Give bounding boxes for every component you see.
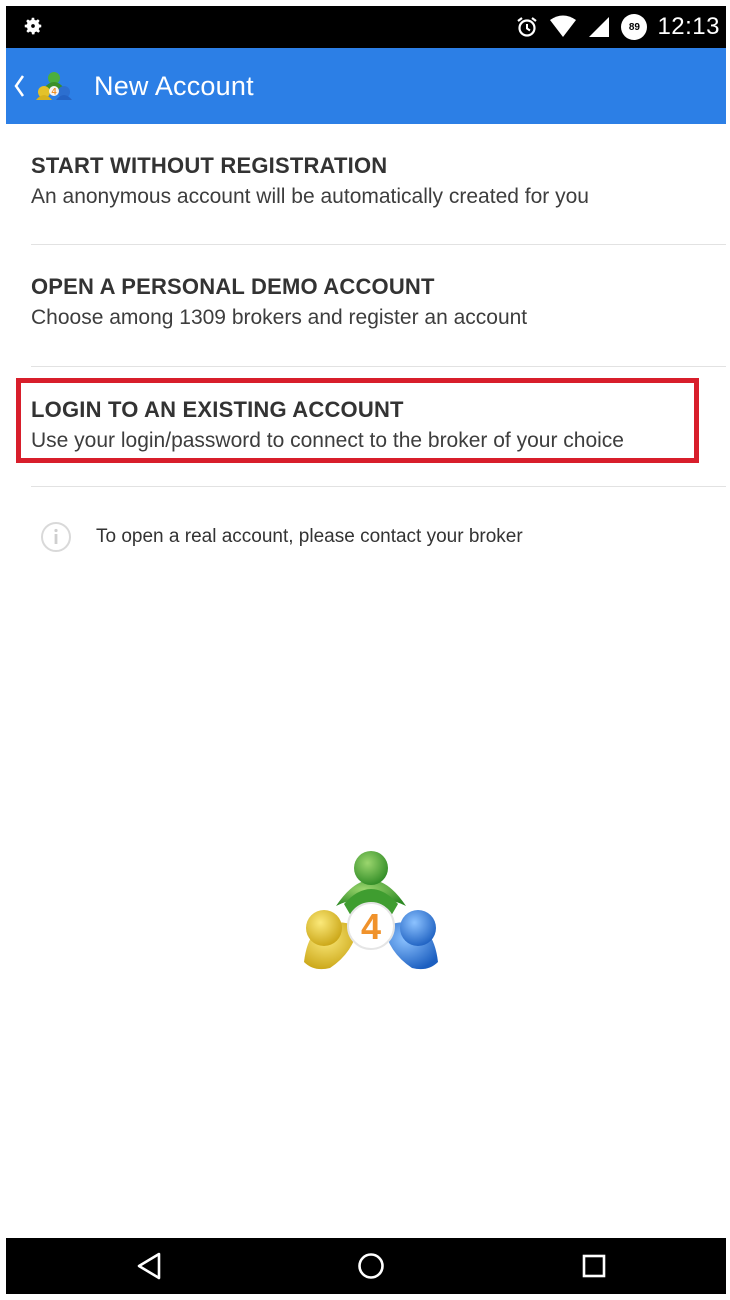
info-note: To open a real account, please contact y… — [40, 521, 523, 553]
settings-gear-icon — [24, 17, 42, 35]
recents-square-icon — [582, 1254, 606, 1278]
app-bar: 4 New Account — [6, 48, 726, 124]
divider — [31, 366, 726, 367]
battery-level: 89 — [628, 21, 640, 33]
option-open-demo-account[interactable]: OPEN A PERSONAL DEMO ACCOUNT Choose amon… — [6, 246, 726, 368]
option-description: Choose among 1309 brokers and register a… — [31, 306, 528, 329]
option-start-without-registration[interactable]: START WITHOUT REGISTRATION An anonymous … — [6, 124, 726, 246]
metatrader-logo: 4 — [36, 72, 72, 100]
option-description: An anonymous account will be automatical… — [31, 185, 589, 208]
home-circle-icon — [358, 1253, 384, 1279]
status-time: 12:13 — [657, 13, 720, 40]
info-icon — [41, 522, 71, 552]
option-title: OPEN A PERSONAL DEMO ACCOUNT — [31, 274, 435, 299]
info-text: To open a real account, please contact y… — [96, 526, 523, 547]
divider — [31, 244, 726, 245]
logo-number: 4 — [361, 906, 381, 947]
nav-home-button[interactable] — [331, 1238, 411, 1294]
cell-signal-icon — [589, 17, 610, 37]
metatrader-4-logo: 4 — [304, 851, 438, 970]
alarm-clock-icon — [517, 17, 538, 37]
battery-icon: 89 — [621, 14, 648, 40]
status-icons: 89 12:13 — [515, 6, 720, 48]
back-triangle-icon — [137, 1252, 161, 1280]
screenshot-frame: 89 12:13 4 New Account START WITHOUT REG… — [0, 0, 730, 1300]
chevron-left-icon — [14, 75, 25, 97]
divider — [31, 486, 726, 487]
phone-screen: 89 12:13 4 New Account START WITHOUT REG… — [6, 6, 726, 1294]
option-title: START WITHOUT REGISTRATION — [31, 153, 388, 178]
nav-back-button[interactable] — [109, 1238, 189, 1294]
status-bar: 89 12:13 — [6, 6, 726, 48]
navigation-bar — [6, 1238, 726, 1294]
nav-recents-button[interactable] — [554, 1238, 634, 1294]
back-button[interactable]: 4 — [6, 48, 76, 124]
page-title: New Account — [94, 70, 254, 101]
wifi-icon — [550, 15, 577, 37]
svg-text:4: 4 — [51, 87, 56, 97]
highlight-box — [16, 378, 699, 463]
